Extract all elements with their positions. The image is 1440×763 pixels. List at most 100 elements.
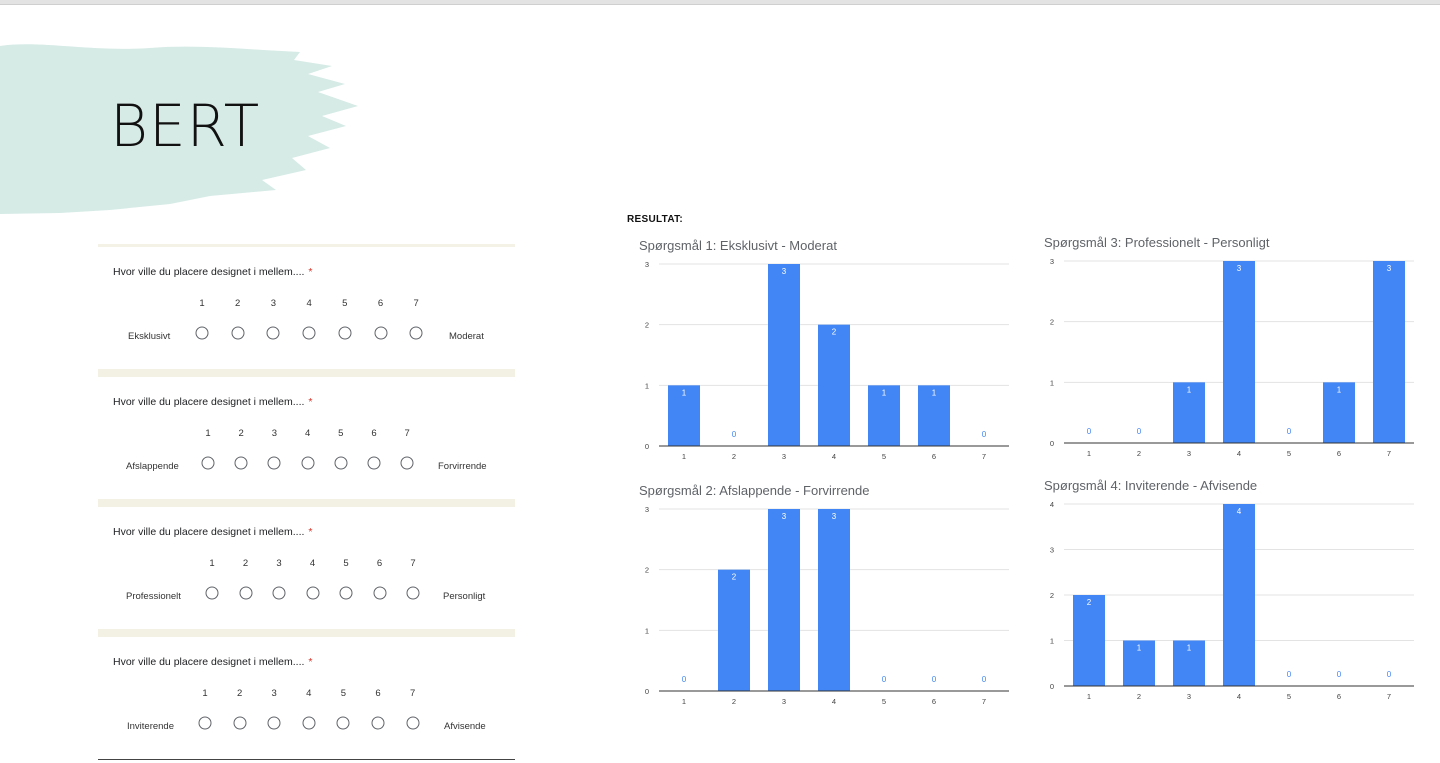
scale-radio-option[interactable] bbox=[302, 326, 316, 340]
chart-question-3: Spørgsmål 3: Professionelt - Personligt 0… bbox=[1044, 235, 1414, 458]
scale-left-label: Professionelt bbox=[126, 591, 181, 602]
scale-radio-option[interactable] bbox=[301, 456, 315, 470]
data-label: 1 bbox=[1187, 644, 1192, 653]
bar bbox=[1223, 504, 1255, 686]
data-label: 1 bbox=[882, 388, 887, 397]
x-tick-label: 6 bbox=[932, 452, 936, 461]
x-tick-label: 6 bbox=[1337, 449, 1341, 458]
scale-radio-option[interactable] bbox=[239, 586, 252, 600]
scale-radio-option[interactable] bbox=[205, 586, 219, 600]
scale-radio-option[interactable] bbox=[374, 326, 387, 340]
scale-radio-option[interactable] bbox=[338, 326, 352, 340]
scale-radio-option[interactable] bbox=[373, 586, 386, 600]
scale-right-label: Moderat bbox=[449, 331, 484, 342]
question-text: Hvor ville du placere designet i mellem.… bbox=[113, 396, 313, 408]
scale-radio-option[interactable] bbox=[267, 716, 281, 730]
scale-right-label: Afvisende bbox=[444, 721, 486, 732]
scale-right-label: Personligt bbox=[443, 591, 486, 602]
data-label: 3 bbox=[1237, 264, 1242, 273]
required-asterisk: * bbox=[308, 656, 313, 668]
data-label: 0 bbox=[682, 675, 687, 684]
x-tick-label: 2 bbox=[732, 697, 736, 706]
scale-radio-option[interactable] bbox=[198, 716, 212, 730]
data-label: 4 bbox=[1237, 507, 1242, 516]
data-label: 0 bbox=[1287, 670, 1292, 679]
bar bbox=[1373, 261, 1405, 443]
data-label: 3 bbox=[1387, 264, 1392, 273]
y-tick-label: 0 bbox=[1050, 682, 1054, 691]
scale-radio-option[interactable] bbox=[339, 586, 353, 600]
scale-radio-option[interactable] bbox=[367, 456, 381, 470]
x-tick-label: 4 bbox=[832, 452, 836, 461]
question-divider bbox=[98, 629, 515, 637]
x-tick-label: 4 bbox=[1237, 692, 1241, 701]
scale-radio-option[interactable] bbox=[334, 456, 348, 470]
data-label: 1 bbox=[1137, 644, 1142, 653]
scale-radio-option[interactable] bbox=[409, 326, 423, 340]
data-label: 0 bbox=[1137, 427, 1142, 436]
x-tick-label: 7 bbox=[1387, 449, 1391, 458]
slide-title: BERT bbox=[110, 92, 261, 160]
required-asterisk: * bbox=[308, 526, 313, 538]
y-tick-label: 3 bbox=[1050, 257, 1054, 266]
data-label: 3 bbox=[782, 267, 787, 276]
scale-left-label: Afslappende bbox=[126, 461, 179, 472]
scale-number: 5 bbox=[342, 298, 348, 309]
x-tick-label: 5 bbox=[882, 697, 886, 706]
data-label: 1 bbox=[932, 388, 937, 397]
scale-radio-option[interactable] bbox=[302, 716, 316, 730]
scale-radio-option[interactable] bbox=[306, 586, 319, 600]
scale-number: 6 bbox=[371, 428, 377, 439]
question-text: Hvor ville du placere designet i mellem.… bbox=[113, 526, 313, 538]
question-prompt: Hvor ville du placere designet i mellem.… bbox=[113, 656, 305, 668]
y-tick-label: 4 bbox=[1050, 500, 1054, 509]
question-prompt: Hvor ville du placere designet i mellem.… bbox=[113, 396, 305, 408]
x-tick-label: 6 bbox=[1337, 692, 1341, 701]
chart-title: Spørgsmål 3: Professionelt - Personligt bbox=[1044, 235, 1270, 250]
question-prompt: Hvor ville du placere designet i mellem.… bbox=[113, 266, 305, 278]
y-tick-label: 0 bbox=[645, 442, 649, 451]
data-label: 2 bbox=[1087, 598, 1092, 607]
scale-radio-option[interactable] bbox=[233, 716, 247, 730]
scale-radio-option[interactable] bbox=[266, 326, 280, 340]
scale-radio-option[interactable] bbox=[371, 716, 385, 730]
question-text: Hvor ville du placere designet i mellem.… bbox=[113, 266, 313, 278]
scale-number: 1 bbox=[199, 298, 205, 309]
scale-radio-option[interactable] bbox=[234, 456, 248, 470]
data-label: 0 bbox=[1387, 670, 1392, 679]
data-label: 1 bbox=[1187, 385, 1192, 394]
x-tick-label: 3 bbox=[1187, 692, 1191, 701]
chart-title: Spørgsmål 1: Eksklusivt - Moderat bbox=[639, 238, 837, 253]
scale-radio-option[interactable] bbox=[406, 586, 420, 600]
question-divider bbox=[98, 499, 515, 507]
y-tick-label: 0 bbox=[645, 687, 649, 696]
scale-number: 7 bbox=[404, 428, 410, 439]
scale-radio-option[interactable] bbox=[195, 326, 209, 340]
data-label: 3 bbox=[832, 512, 837, 521]
data-label: 3 bbox=[782, 512, 787, 521]
chart-title: Spørgsmål 2: Afslappende - Forvirrende bbox=[639, 483, 870, 498]
scale-number: 3 bbox=[276, 558, 282, 569]
scale-radio-option[interactable] bbox=[336, 716, 350, 730]
scale-radio-option[interactable] bbox=[272, 586, 286, 600]
scale-number: 2 bbox=[238, 428, 244, 439]
x-tick-label: 1 bbox=[1087, 692, 1091, 701]
scale-radio-option[interactable] bbox=[400, 456, 414, 470]
scale-radio-option[interactable] bbox=[201, 456, 215, 470]
scale-number: 5 bbox=[343, 558, 349, 569]
question-card: Hvor ville du placere designet i mellem.… bbox=[98, 377, 515, 499]
scale-radio-option[interactable] bbox=[231, 326, 245, 340]
y-tick-label: 1 bbox=[1050, 637, 1054, 646]
results-label: RESULTAT: bbox=[627, 214, 684, 225]
scale-number: 6 bbox=[375, 688, 381, 699]
required-asterisk: * bbox=[308, 396, 313, 408]
data-label: 0 bbox=[982, 675, 987, 684]
scale-left-label: Inviterende bbox=[127, 721, 175, 732]
window-top-border bbox=[0, 0, 1440, 5]
data-label: 0 bbox=[1087, 427, 1092, 436]
data-label: 0 bbox=[1287, 427, 1292, 436]
scale-radio-option[interactable] bbox=[267, 456, 281, 470]
scale-radio-option[interactable] bbox=[406, 716, 420, 730]
y-tick-label: 2 bbox=[645, 321, 649, 330]
y-tick-label: 1 bbox=[645, 381, 649, 390]
